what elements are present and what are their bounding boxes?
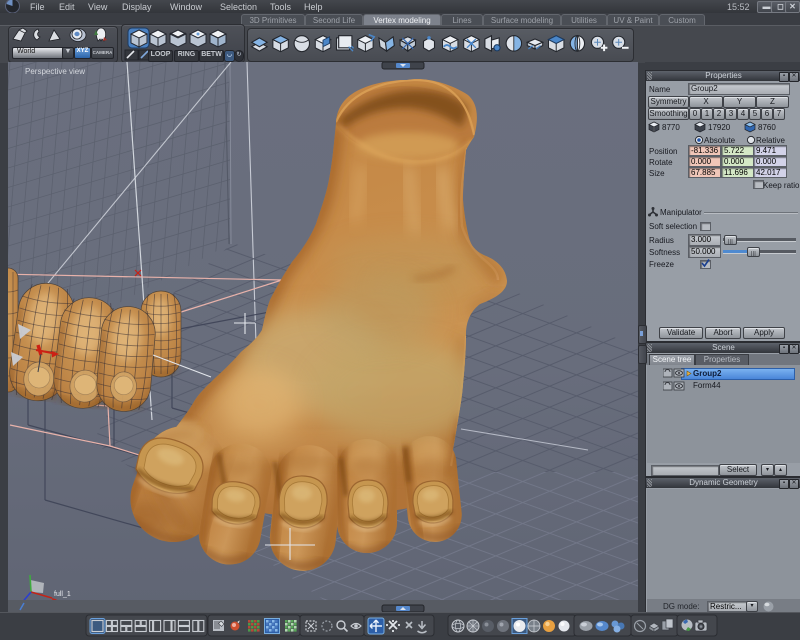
svg-text:8760: 8760 [758, 123, 776, 132]
svg-text:Perspective view: Perspective view [25, 67, 85, 76]
svg-text:8770: 8770 [662, 123, 680, 132]
svg-text:17920: 17920 [708, 123, 731, 132]
svg-text:full_1: full_1 [54, 591, 71, 598]
